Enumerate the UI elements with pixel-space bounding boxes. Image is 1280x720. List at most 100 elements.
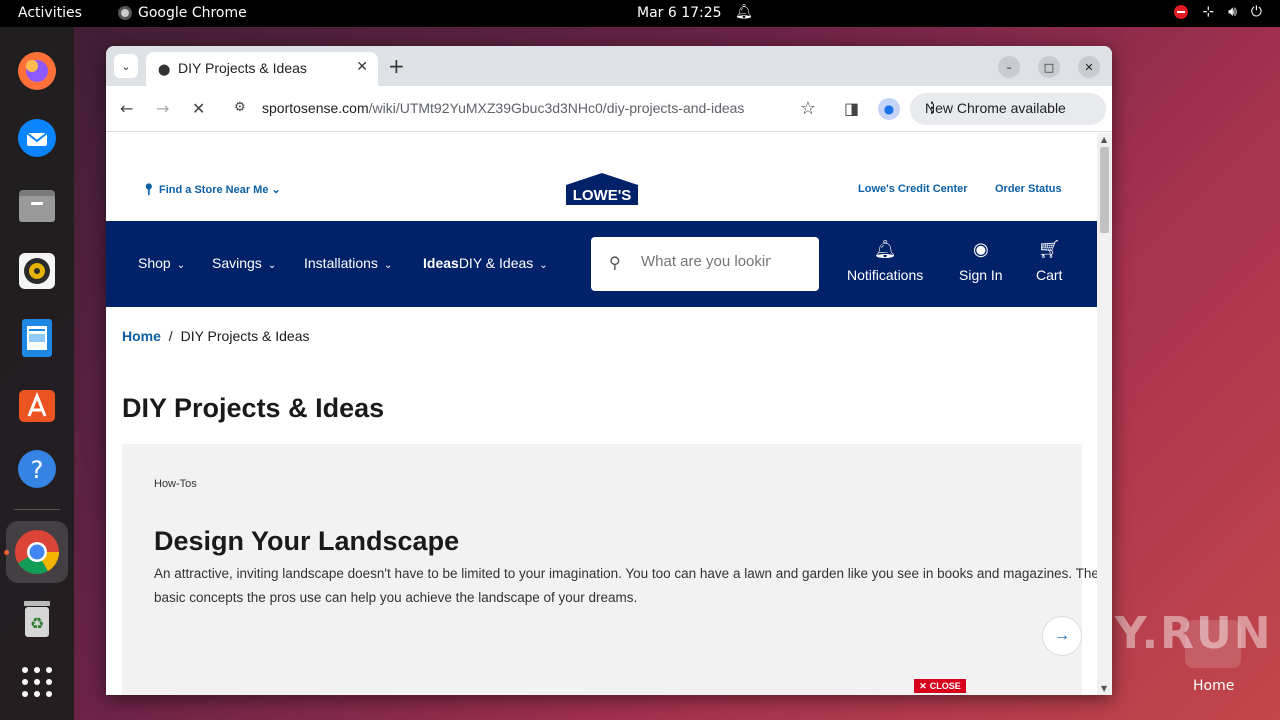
- chevron-down-icon: ⌄: [267, 260, 277, 271]
- svg-text:LOWE'S: LOWE'S: [573, 187, 632, 204]
- find-store-link[interactable]: 📍︎ Find a Store Near Me ⌄: [142, 183, 281, 196]
- article-category: How-Tos: [154, 478, 197, 490]
- main-nav: Shop ⌄ Savings ⌄ Installations ⌄ IdeasDIY &…: [106, 221, 1097, 307]
- notifications-button[interactable]: 🔔︎ Notifications: [847, 239, 923, 283]
- chevron-down-icon: ⌄: [271, 184, 281, 196]
- new-chrome-available-button[interactable]: New Chrome available ⋮: [910, 93, 1106, 125]
- back-arrow-icon[interactable]: ←: [120, 99, 133, 118]
- trash-launcher[interactable]: ♻: [14, 595, 60, 641]
- browser-toolbar: ← → ✕ ⚙ sportosense.com/wiki/UTMt92YuMXZ…: [106, 86, 1112, 132]
- speaker-icon: [19, 253, 55, 289]
- cart-button[interactable]: 🛒︎ Cart: [1036, 239, 1062, 283]
- chrome-icon: [118, 6, 132, 20]
- files-icon: [19, 190, 55, 222]
- dock-separator: [14, 509, 60, 510]
- network-icon: ⊹: [1202, 4, 1215, 20]
- bookmark-star-icon[interactable]: ☆: [800, 98, 816, 119]
- power-icon: ⏻: [1250, 4, 1262, 20]
- help-launcher[interactable]: ?: [14, 446, 60, 492]
- breadcrumb: Home / DIY Projects & Ideas: [122, 328, 310, 344]
- featured-article-card[interactable]: How-Tos Design Your Landscape An attract…: [122, 444, 1097, 695]
- svg-text:?: ?: [31, 456, 44, 484]
- thunderbird-icon: [18, 119, 56, 157]
- ad-close-button[interactable]: ✕ CLOSE: [914, 679, 966, 693]
- nav-shop[interactable]: Shop ⌄: [138, 255, 185, 271]
- thunderbird-launcher[interactable]: [14, 115, 60, 161]
- tab-search-button[interactable]: ⌄: [114, 54, 138, 78]
- credit-center-link[interactable]: Lowe's Credit Center: [858, 183, 968, 195]
- nav-savings[interactable]: Savings ⌄: [212, 255, 276, 271]
- sign-in-button[interactable]: ◉ Sign In: [959, 239, 1003, 283]
- search-input[interactable]: [641, 253, 771, 270]
- web-page: 📍︎ Find a Store Near Me ⌄ LOWE'S Lowe's …: [106, 133, 1097, 695]
- profile-avatar-icon[interactable]: ●: [878, 98, 900, 120]
- help-icon: ?: [18, 450, 56, 488]
- scroll-down-icon[interactable]: ▼: [1101, 684, 1107, 693]
- address-bar[interactable]: ⚙ sportosense.com/wiki/UTMt92YuMXZ39Gbuc…: [224, 93, 824, 125]
- search-icon: ⚲: [609, 255, 621, 272]
- system-top-bar: Activities Google Chrome Mar 6 17:25 🔔︎ …: [0, 0, 1280, 27]
- chrome-window: ⌄ ⬤ DIY Projects & Ideas ✕ + – □ ✕ ← → ✕…: [106, 46, 1112, 695]
- user-circle-icon: ◉: [972, 239, 989, 259]
- tab-title: DIY Projects & Ideas: [178, 60, 307, 76]
- article-title[interactable]: Design Your Landscape: [154, 526, 459, 557]
- loading-favicon-icon: ⬤: [158, 63, 171, 76]
- svg-text:♻: ♻: [30, 614, 44, 633]
- page-title: DIY Projects & Ideas: [122, 393, 385, 423]
- next-arrow-button[interactable]: →: [1042, 616, 1082, 656]
- firefox-icon: [18, 52, 56, 90]
- chrome-launcher[interactable]: [6, 521, 68, 583]
- tab-active[interactable]: ⬤ DIY Projects & Ideas ✕: [146, 52, 378, 86]
- bell-icon: 🔔︎: [873, 239, 897, 259]
- nav-ideas[interactable]: IdeasDIY & Ideas ⌄: [423, 255, 548, 271]
- home-folder-icon[interactable]: [1185, 620, 1241, 668]
- app-store-icon: [19, 390, 55, 422]
- breadcrumb-home[interactable]: Home: [122, 328, 161, 344]
- stop-loading-icon[interactable]: ✕: [192, 99, 205, 118]
- lowes-logo[interactable]: LOWE'S: [564, 171, 640, 207]
- chevron-down-icon: ⌄: [176, 260, 186, 271]
- new-tab-button[interactable]: +: [388, 54, 405, 78]
- app-grid-icon: [22, 667, 52, 697]
- article-description: An attractive, inviting landscape doesn'…: [154, 566, 1097, 605]
- writer-launcher[interactable]: [14, 315, 60, 361]
- activities-button[interactable]: Activities: [18, 5, 82, 21]
- active-app-name: Google Chrome: [138, 5, 247, 21]
- breadcrumb-separator: /: [168, 328, 173, 344]
- kebab-menu-icon[interactable]: ⋮: [925, 99, 1094, 116]
- chevron-down-icon: ⌄: [383, 260, 393, 271]
- chevron-down-icon: ⌄: [539, 260, 548, 271]
- site-info-icon[interactable]: ⚙: [234, 100, 246, 115]
- show-apps-button[interactable]: [14, 659, 60, 705]
- minimize-button[interactable]: –: [998, 56, 1020, 78]
- trash-icon: ♻: [24, 601, 50, 637]
- files-launcher[interactable]: [14, 182, 60, 228]
- side-panel-icon[interactable]: ◨: [844, 99, 859, 118]
- system-tray[interactable]: ⊹ 🔊︎ ⏻: [1174, 4, 1262, 20]
- forward-arrow-icon[interactable]: →: [156, 99, 169, 118]
- dock: ? ♻: [0, 27, 74, 720]
- tab-strip: ⌄ ⬤ DIY Projects & Ideas ✕ + – □ ✕: [106, 46, 1112, 86]
- order-status-link[interactable]: Order Status: [995, 183, 1062, 195]
- site-search-box[interactable]: ⚲: [591, 237, 819, 291]
- maximize-button[interactable]: □: [1038, 56, 1060, 78]
- scroll-up-icon[interactable]: ▲: [1101, 135, 1107, 144]
- url-text: sportosense.com/wiki/UTMt92YuMXZ39Gbuc3d…: [262, 100, 745, 116]
- app-center-launcher[interactable]: [14, 380, 60, 426]
- scroll-thumb[interactable]: [1100, 147, 1109, 233]
- active-app-menu[interactable]: Google Chrome: [118, 5, 247, 21]
- location-pin-icon: 📍︎: [142, 184, 156, 196]
- clock[interactable]: Mar 6 17:25: [637, 5, 722, 21]
- page-scrollbar[interactable]: ▲ ▼: [1097, 133, 1112, 695]
- notification-bell-icon[interactable]: 🔔︎: [735, 4, 753, 20]
- firefox-launcher[interactable]: [14, 48, 60, 94]
- recording-indicator-icon: [1174, 5, 1189, 19]
- close-icon: ✕: [919, 680, 927, 691]
- tab-close-icon[interactable]: ✕: [356, 59, 368, 75]
- rhythmbox-launcher[interactable]: [14, 248, 60, 294]
- close-window-button[interactable]: ✕: [1078, 56, 1100, 78]
- writer-icon: [22, 319, 52, 357]
- nav-installations[interactable]: Installations ⌄: [304, 255, 392, 271]
- chrome-icon: [15, 530, 59, 574]
- home-folder-label: Home: [1193, 678, 1235, 694]
